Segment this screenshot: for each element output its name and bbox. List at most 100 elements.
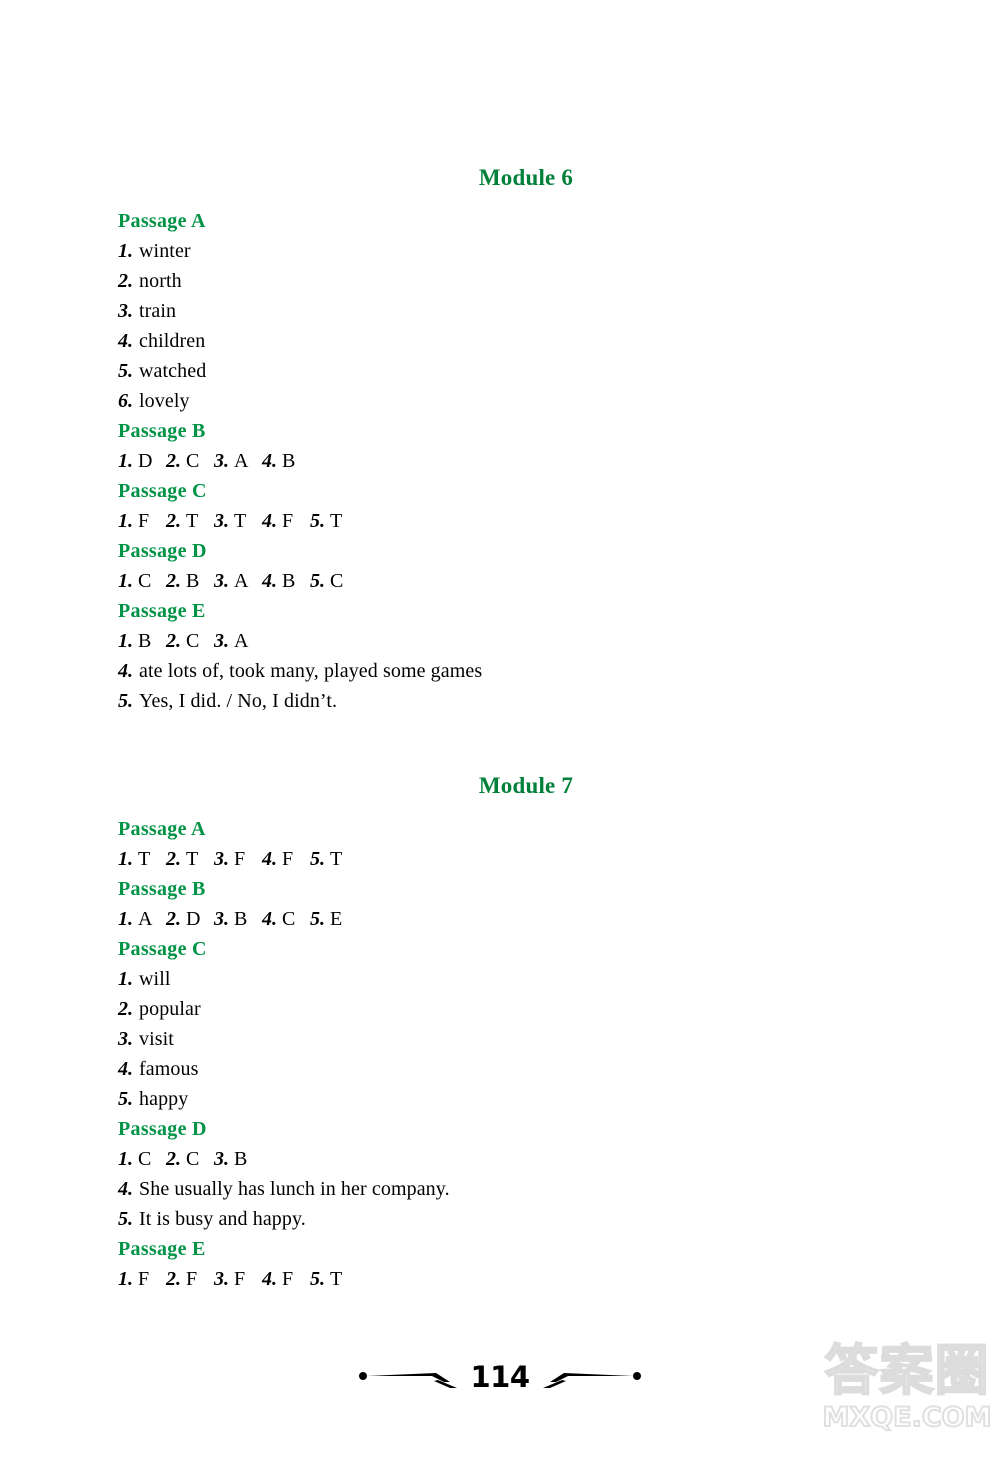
answer-key-content: Module 6 Passage A 1. winter 2. north 3. train 4… (118, 164, 938, 1294)
answer-number: 4. (262, 908, 277, 930)
answer-number: 1. (118, 968, 133, 990)
answer-row: 1. F 2. F 3. F 4. F 5. T (118, 1264, 938, 1294)
answer-row: 1. C 2. B 3. A 4. B 5. C (118, 566, 938, 596)
answer-value: C (186, 450, 200, 472)
answer-line: 5. Yes, I did. / No, I didn’t. (118, 686, 938, 716)
answer-line: 1. will (118, 964, 938, 994)
answer-value: It is busy and happy. (139, 1208, 306, 1230)
answer-item: 2. T (166, 506, 214, 536)
answer-value: popular (139, 998, 201, 1020)
answer-value: C (138, 1148, 152, 1170)
answer-line: 4. ate lots of, took many, played some ga… (118, 656, 938, 686)
answer-number: 5. (310, 848, 325, 870)
answer-line: 3. visit (118, 1024, 938, 1054)
answer-row: 1. T 2. T 3. F 4. F 5. T (118, 844, 938, 874)
passage-title: Passage A (118, 210, 206, 232)
answer-value: T (138, 848, 151, 870)
answer-item: 2. B (166, 566, 214, 596)
answer-line: 5. happy (118, 1084, 938, 1114)
answer-value: C (330, 570, 344, 592)
answer-number: 5. (310, 510, 325, 532)
answer-number: 5. (310, 570, 325, 592)
answer-item: 2. C (166, 446, 214, 476)
answer-item: 3. T (214, 506, 262, 536)
answer-item: 4. F (262, 1264, 310, 1294)
answer-value: B (234, 908, 248, 930)
answer-item: 3. B (214, 1144, 247, 1174)
answer-item: 3. F (214, 1264, 262, 1294)
passage-title: Passage A (118, 818, 206, 840)
answer-number: 5. (118, 360, 133, 382)
answer-value: F (138, 510, 150, 532)
folio-block: 114 (0, 1362, 1000, 1392)
answer-number: 1. (118, 1148, 133, 1170)
module-title-text: Module 7 (478, 773, 574, 798)
answer-value: B (186, 570, 200, 592)
answer-number: 4. (118, 1058, 133, 1080)
answer-number: 5. (118, 1208, 133, 1230)
answer-number: 5. (118, 1088, 133, 1110)
answer-value: winter (139, 240, 191, 262)
answer-value: children (139, 330, 206, 352)
answer-value: north (139, 270, 182, 292)
answer-number: 2. (118, 998, 133, 1020)
answer-item: 4. F (262, 506, 310, 536)
answer-value: A (234, 450, 249, 472)
answer-value: T (330, 510, 343, 532)
module-section: Module 6 Passage A 1. winter 2. north 3. train 4… (118, 164, 938, 716)
answer-item: 4. F (262, 844, 310, 874)
answer-item: 1. D (118, 446, 166, 476)
answer-number: 3. (214, 1268, 229, 1290)
answer-value: F (234, 1268, 246, 1290)
answer-line: 1. winter (118, 236, 938, 266)
answer-item: 4. B (262, 446, 295, 476)
answer-value: C (138, 570, 152, 592)
answer-value: ate lots of, took many, played some game… (139, 660, 483, 682)
answer-number: 1. (118, 570, 133, 592)
answer-number: 3. (214, 848, 229, 870)
answer-value: F (282, 510, 294, 532)
answer-value: E (330, 908, 343, 930)
answer-number: 3. (214, 570, 229, 592)
answer-item: 5. T (310, 1264, 342, 1294)
answer-item: 4. C (262, 904, 310, 934)
answer-number: 3. (214, 510, 229, 532)
answer-item: 1. T (118, 844, 166, 874)
answer-key-page: Module 6 Passage A 1. winter 2. north 3. train 4… (0, 0, 1000, 1472)
answer-value: T (330, 848, 343, 870)
page-number: 114 (470, 1360, 530, 1394)
answer-value: C (282, 908, 296, 930)
answer-number: 1. (118, 630, 133, 652)
answer-item: 2. C (166, 1144, 214, 1174)
answer-value: visit (139, 1028, 174, 1050)
answer-line: 2. popular (118, 994, 938, 1024)
answer-number: 3. (118, 300, 133, 322)
ornament-left-icon (358, 1365, 468, 1389)
answer-row: 1. D 2. C 3. A 4. B (118, 446, 938, 476)
answer-number: 5. (118, 690, 133, 712)
answer-line: 4. children (118, 326, 938, 356)
module-title: Module 6 (0, 164, 940, 192)
answer-value: T (186, 510, 199, 532)
answer-item: 2. F (166, 1264, 214, 1294)
answer-item: 2. C (166, 626, 214, 656)
answer-number: 4. (262, 570, 277, 592)
answer-number: 2. (166, 1268, 181, 1290)
answer-value: C (186, 1148, 200, 1170)
answer-number: 3. (214, 908, 229, 930)
answer-number: 4. (118, 660, 133, 682)
passage-title: Passage B (118, 420, 206, 442)
passage-title: Passage B (118, 878, 206, 900)
answer-number: 3. (118, 1028, 133, 1050)
answer-value: B (234, 1148, 248, 1170)
answer-value: T (234, 510, 247, 532)
answer-value: train (139, 300, 177, 322)
answer-number: 5. (310, 908, 325, 930)
answer-value: F (234, 848, 246, 870)
answer-number: 2. (166, 570, 181, 592)
answer-number: 4. (262, 510, 277, 532)
answer-number: 2. (166, 848, 181, 870)
answer-value: famous (139, 1058, 199, 1080)
module-section: Module 7 Passage A 1. T 2. T 3. F 4. F 5. T Passage … (118, 772, 938, 1294)
answer-item: 3. A (214, 626, 248, 656)
